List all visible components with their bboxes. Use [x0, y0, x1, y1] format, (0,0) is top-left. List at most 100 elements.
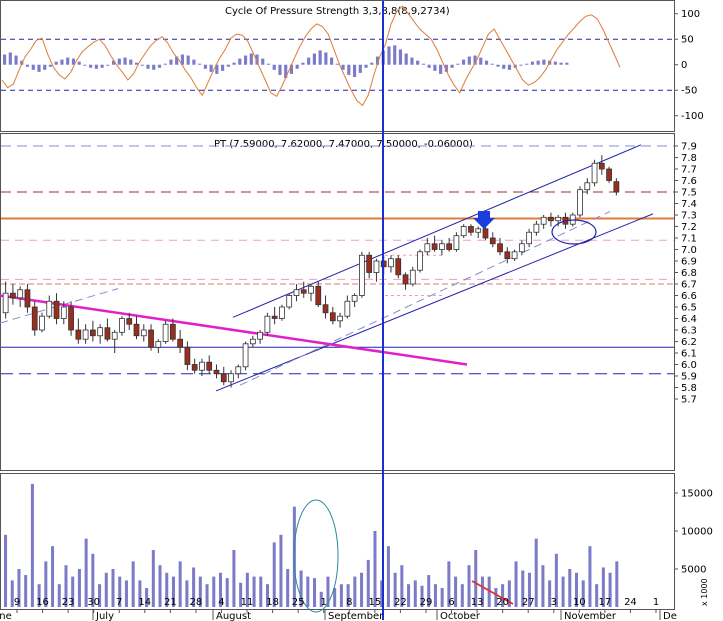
- candle-up: [155, 341, 162, 348]
- price-tick-label: 7.5: [681, 188, 697, 199]
- day-tick-label: 22: [394, 597, 407, 608]
- cycle-histogram-bar: [450, 64, 454, 68]
- cycle-histogram-bar: [318, 50, 322, 65]
- candle-down: [75, 329, 82, 340]
- cycle-histogram-bar: [433, 64, 437, 71]
- day-tick-label: 11: [241, 597, 254, 608]
- cycle-histogram-bar: [146, 64, 150, 69]
- candle-up: [388, 258, 394, 268]
- day-tick-label: 17: [599, 597, 612, 608]
- day-tick-label: 9: [14, 597, 20, 608]
- day-tick-label: 1: [321, 597, 327, 608]
- cycle-tick-label: 50: [681, 35, 694, 46]
- day-tick-label: 10: [573, 597, 586, 608]
- candle-up: [17, 289, 24, 299]
- candle-down: [126, 318, 133, 325]
- price-tick-label: 6.9: [681, 257, 697, 268]
- volume-bar: [615, 561, 619, 607]
- volume-bar: [588, 546, 592, 607]
- cycle-histogram-bar: [186, 55, 190, 65]
- candle-up: [97, 327, 104, 337]
- candle-up: [286, 295, 293, 308]
- candle-down: [402, 274, 409, 285]
- cycle-histogram-bar: [266, 63, 271, 65]
- cycle-histogram-bar: [37, 64, 41, 72]
- candle-up: [584, 182, 591, 191]
- day-tick-label: 30: [87, 597, 100, 608]
- volume-tick-label: 5000: [681, 565, 706, 576]
- candle-down: [104, 327, 111, 340]
- cycle-histogram-bar: [261, 58, 265, 65]
- cycle-histogram-bar: [232, 62, 236, 65]
- day-tick-label: 6: [448, 597, 454, 608]
- candle-up: [242, 343, 249, 368]
- cycle-histogram-bar: [553, 61, 557, 65]
- day-tick-label: 23: [62, 597, 75, 608]
- candle-up: [119, 318, 125, 333]
- candle-up: [279, 306, 285, 319]
- cycle-histogram-bar: [387, 46, 391, 65]
- day-tick-label: 20: [496, 597, 509, 608]
- candle-down: [53, 300, 60, 319]
- day-tick-label: 25: [292, 597, 305, 608]
- day-tick-label: 7: [116, 597, 122, 608]
- candle-up: [337, 315, 343, 322]
- volume-bar: [178, 561, 182, 607]
- candle-down: [10, 292, 16, 299]
- volume-bar: [24, 575, 28, 607]
- volume-bar: [104, 572, 108, 607]
- candle-down: [148, 329, 154, 348]
- volume-bar: [514, 561, 518, 607]
- day-tick-label: 1: [653, 597, 659, 608]
- price-tick-label: 7.4: [681, 199, 697, 210]
- candle-up: [140, 329, 147, 337]
- cycle-histogram-bar: [192, 59, 196, 65]
- price-tick-label: 7.6: [681, 176, 697, 187]
- volume-bar: [30, 483, 34, 607]
- cycle-histogram-bar: [370, 62, 374, 65]
- candle-down: [31, 306, 38, 331]
- month-label: November: [564, 611, 617, 621]
- day-tick-label: 29: [420, 597, 433, 608]
- cycle-histogram-bar: [157, 64, 162, 68]
- cycle-histogram-bar: [209, 64, 213, 72]
- price-tick-label: 7.3: [681, 211, 697, 222]
- price-tick-label: 6.5: [681, 303, 697, 314]
- month-label: July: [95, 611, 114, 621]
- volume-bar: [386, 546, 390, 607]
- cycle-tick-label: 100: [681, 9, 700, 20]
- volume-bar: [561, 576, 565, 607]
- price-tick-label: 6.1: [681, 349, 697, 360]
- cycle-histogram-bar: [100, 64, 104, 68]
- day-tick-label: 18: [266, 597, 279, 608]
- volume-bar: [339, 584, 343, 607]
- volume-bar: [413, 580, 417, 607]
- volume-bar: [279, 534, 283, 607]
- cycle-histogram-bar: [221, 64, 225, 71]
- day-tick-label: 16: [36, 597, 49, 608]
- candle-up: [264, 315, 271, 333]
- cycle-histogram-bar: [89, 64, 93, 68]
- cycle-histogram-bar: [117, 58, 121, 65]
- candle-up: [526, 231, 532, 245]
- cycle-histogram-bar: [358, 64, 362, 73]
- candle-up: [162, 323, 169, 342]
- candle-up: [228, 373, 234, 383]
- volume-bar: [407, 584, 411, 607]
- cycle-histogram-bar: [301, 62, 305, 65]
- day-tick-label: 8: [346, 597, 352, 608]
- cycle-histogram-bar: [502, 64, 506, 69]
- month-label: De: [663, 611, 677, 621]
- cycle-histogram-bar: [48, 64, 53, 67]
- price-panel-frame: [0, 133, 675, 471]
- cycle-histogram-bar: [163, 63, 167, 65]
- price-tick-label: 6.8: [681, 268, 697, 279]
- cycle-histogram-bar: [31, 64, 35, 70]
- cycle-histogram-bar: [439, 64, 443, 74]
- cycle-histogram-bar: [134, 62, 139, 65]
- day-tick-label: 28: [190, 597, 203, 608]
- stock-chart: Cycle Of Pressure Strength 3,3,8,8(8,9,2…: [0, 0, 713, 621]
- price-tick-label: 6.4: [681, 314, 697, 325]
- candle-up: [475, 228, 482, 233]
- candle-down: [206, 361, 213, 371]
